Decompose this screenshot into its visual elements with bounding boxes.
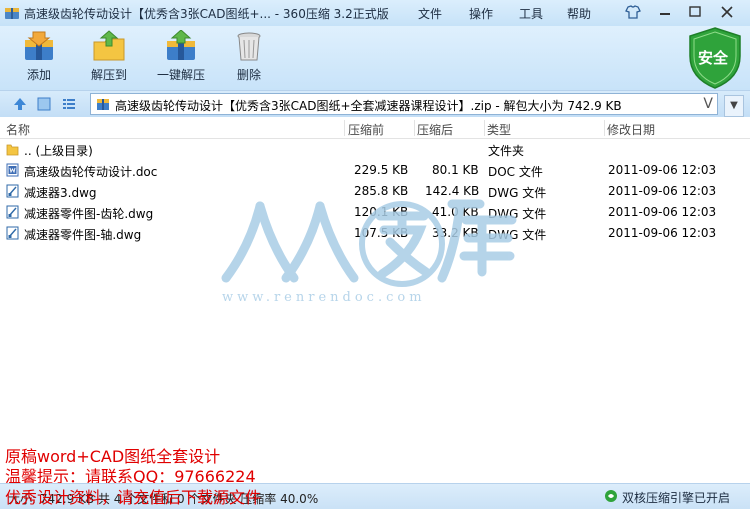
archive-icon [97,99,109,110]
extract-to-label: 解压到 [90,68,127,82]
address-field[interactable]: 高速级齿轮传动设计【优秀含3张CAD图纸+全套减速器课程设计】.zip - 解包… [90,93,718,115]
dwg-file-icon [6,205,19,219]
file-modified: 2011-09-06 12:03 [608,163,717,177]
list-view-icon[interactable] [61,96,77,112]
close-icon[interactable] [715,3,739,21]
column-size[interactable]: 压缩前 [348,121,384,138]
security-shield[interactable]: 安全 [686,26,744,90]
file-modified: 2011-09-06 12:03 [608,226,717,240]
folder-icon [6,144,19,156]
address-v-mark[interactable]: V [703,96,713,112]
skin-icon[interactable] [621,3,645,21]
file-modified: 2011-09-06 12:03 [608,184,717,198]
file-name: 减速器3.dwg [24,186,97,200]
add-archive-icon [25,31,53,60]
file-packed: 80.1 KB [432,163,479,177]
toolbar: 添加 解压到 一键解压 删除 [0,26,750,90]
column-modified[interactable]: 修改日期 [607,121,655,138]
file-name: 减速器零件图-齿轮.dwg [24,207,154,221]
menu-help[interactable]: 帮助 [567,5,591,22]
file-name: 减速器零件图-轴.dwg [24,228,142,242]
maximize-icon[interactable] [683,3,707,21]
column-packed[interactable]: 压缩后 [417,121,453,138]
trash-icon [237,32,261,61]
doc-file-icon [6,163,19,177]
column-divider[interactable] [344,120,345,136]
large-icons-view-icon[interactable] [36,96,52,112]
extract-to-button[interactable]: 解压到 [74,28,144,88]
add-label: 添加 [26,68,51,82]
menu-operate[interactable]: 操作 [469,5,493,22]
one-click-extract-label: 一键解压 [156,68,205,82]
column-name[interactable]: 名称 [6,121,30,138]
minimize-icon[interactable] [653,3,677,21]
up-arrow-icon[interactable] [12,96,28,112]
one-click-extract-icon [167,30,195,60]
delete-button[interactable]: 删除 [214,28,284,88]
title-bar[interactable]: 高速级齿轮传动设计【优秀含3张CAD图纸+... - 360压缩 3.2正式版 … [0,0,750,26]
column-divider[interactable] [414,120,415,136]
column-divider[interactable] [484,120,485,136]
app-window: 高速级齿轮传动设计【优秀含3张CAD图纸+... - 360压缩 3.2正式版 … [0,0,750,509]
add-button[interactable]: 添加 [4,28,74,88]
menu-file[interactable]: 文件 [418,5,442,22]
security-label: 安全 [698,49,729,67]
watermark-logo [221,199,517,287]
extract-to-icon [93,30,125,61]
address-dropdown[interactable]: ▼ [724,95,744,117]
app-icon [5,8,19,19]
file-name: 高速级齿轮传动设计.doc [24,165,158,179]
file-size: 229.5 KB [354,163,409,177]
menu-tools[interactable]: 工具 [519,5,543,22]
file-modified: 2011-09-06 12:03 [608,205,717,219]
list-item[interactable]: 高速级齿轮传动设计.doc 229.5 KB 80.1 KB DOC 文件 20… [0,160,750,181]
engine-icon [605,490,617,502]
engine-status[interactable]: 双核压缩引擎已开启 [622,489,730,506]
window-title: 高速级齿轮传动设计【优秀含3张CAD图纸+... - 360压缩 3.2正式版 [24,7,389,21]
dwg-file-icon [6,226,19,240]
file-name: .. (上级目录) [24,144,93,158]
dwg-file-icon [6,184,19,198]
file-type: DOC 文件 [488,165,543,179]
delete-label: 删除 [236,68,261,82]
list-item-parent[interactable]: .. (上级目录) 文件夹 [0,139,750,160]
watermark-url: www.renrendoc.com [222,290,426,305]
column-type[interactable]: 类型 [487,121,511,138]
column-header: 名称 压缩前 压缩后 类型 修改日期 [0,118,750,139]
file-type: 文件夹 [488,144,525,158]
column-divider[interactable] [604,120,605,136]
one-click-extract-button[interactable]: 一键解压 [146,28,216,88]
address-path: 高速级齿轮传动设计【优秀含3张CAD图纸+全套减速器课程设计】.zip - 解包… [115,99,622,113]
address-bar: 高速级齿轮传动设计【优秀含3张CAD图纸+全套减速器课程设计】.zip - 解包… [0,90,750,117]
note-line-3: 优秀设计资料，请充值后下载源文件 [5,488,262,507]
chevron-down-icon: ▼ [730,100,738,111]
